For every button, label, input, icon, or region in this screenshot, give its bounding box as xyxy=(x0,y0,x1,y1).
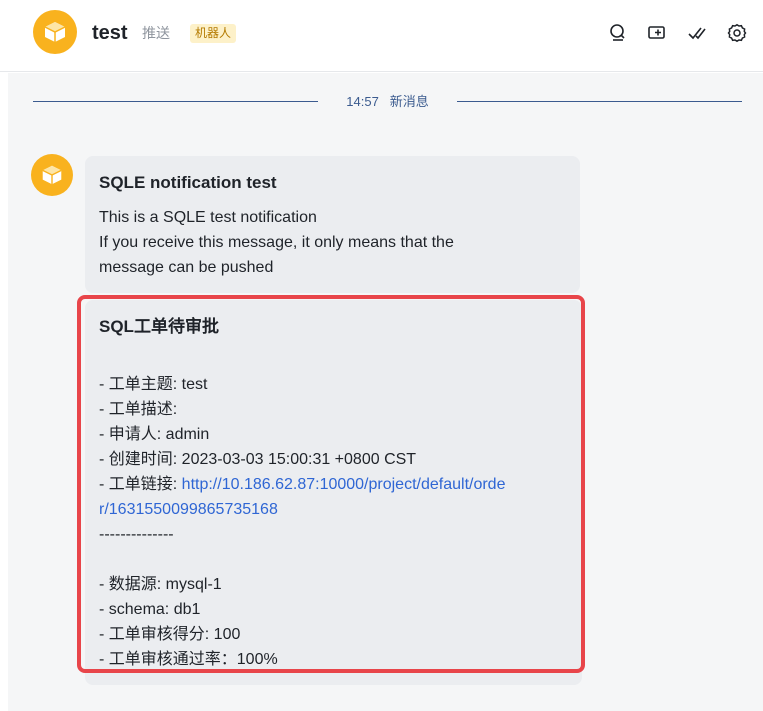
settings-button[interactable] xyxy=(725,21,749,45)
search-icon xyxy=(610,24,625,41)
divider-time: 14:57 xyxy=(346,94,379,109)
robot-box-icon xyxy=(42,165,62,185)
order-link-line: - 工单链接: http://10.186.62.87:10000/projec… xyxy=(99,472,568,497)
divider-label: 新消息 xyxy=(389,94,429,109)
search-button[interactable] xyxy=(605,21,629,45)
settings-icon xyxy=(727,23,747,43)
check-icon xyxy=(688,27,706,40)
robot-box-icon xyxy=(44,22,66,42)
message-text-line: If you receive this message, it only mea… xyxy=(99,234,454,251)
order-audit-pass-rate: - 工单审核通过率：100% xyxy=(99,651,278,668)
mark-read-button[interactable] xyxy=(685,21,709,45)
chat-title: test xyxy=(92,22,128,44)
add-screen-icon xyxy=(648,26,665,39)
new-message-divider: 14:57 新消息 xyxy=(320,91,455,113)
bot-badge: 机器人 xyxy=(190,24,237,43)
message-title: SQLE notification test xyxy=(99,173,277,192)
bot-avatar[interactable] xyxy=(33,10,77,54)
order-description: - 工单描述: xyxy=(99,401,178,418)
message-text-line: message can be pushed xyxy=(99,259,274,276)
order-audit-score: - 工单审核得分: 100 xyxy=(99,626,241,643)
add-tab-button[interactable] xyxy=(645,21,669,45)
separator-line: -------------- xyxy=(99,526,174,543)
order-created-time: - 创建时间: 2023-03-03 15:00:31 +0800 CST xyxy=(99,451,417,468)
new-message-divider-right xyxy=(457,101,742,102)
order-schema: - schema: db1 xyxy=(99,601,201,618)
order-link-label: - 工单链接: xyxy=(99,476,182,493)
order-datasource: - 数据源: mysql-1 xyxy=(99,576,222,593)
chat-header: test 推送 机器人 xyxy=(0,0,763,72)
message-sender-avatar[interactable] xyxy=(31,154,73,196)
order-link-continued[interactable]: r/1631550099865735168 xyxy=(99,501,278,518)
order-applicant: - 申请人: admin xyxy=(99,426,210,443)
message-text-line: This is a SQLE test notification xyxy=(99,209,317,226)
chat-subtitle: 推送 xyxy=(142,25,170,41)
message-bubble-sql-order[interactable]: SQL工单待审批 - 工单主题: test - 工单描述: - 申请人: adm… xyxy=(85,300,582,685)
order-subject: - 工单主题: test xyxy=(99,376,208,393)
order-link[interactable]: http://10.186.62.87:10000/project/defaul… xyxy=(182,476,506,493)
new-message-divider-left xyxy=(33,101,318,102)
message-title: SQL工单待审批 xyxy=(99,317,219,336)
message-bubble-test[interactable]: SQLE notification test This is a SQLE te… xyxy=(85,156,580,293)
